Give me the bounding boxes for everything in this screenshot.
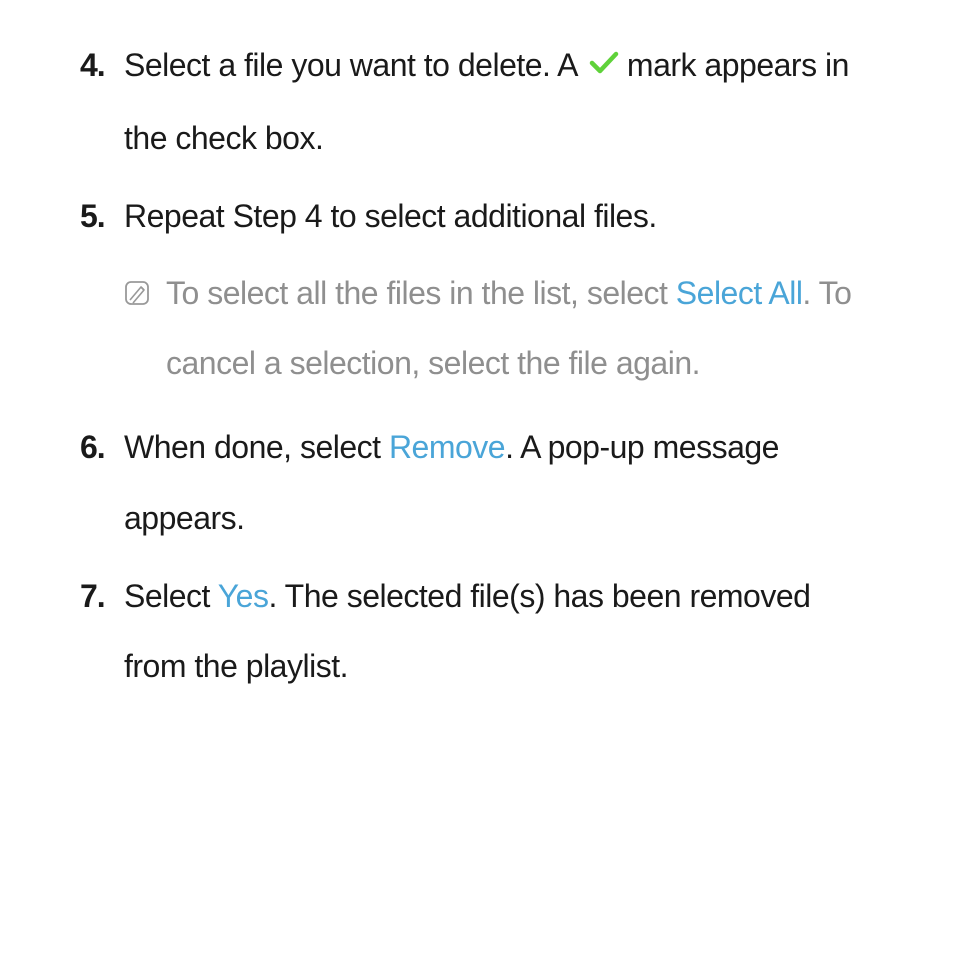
step-text-part: Select	[124, 578, 218, 614]
checkmark-icon	[589, 30, 619, 100]
step-text-part: Select a file you want to delete. A	[124, 47, 585, 83]
step-number: 5.	[80, 181, 124, 404]
step-5: 5. Repeat Step 4 to select additional fi…	[80, 181, 874, 404]
step-number: 7.	[80, 561, 124, 702]
step-text-part: When done, select	[124, 429, 389, 465]
select-all-label: Select All	[676, 275, 803, 311]
note-block: To select all the files in the list, sel…	[124, 258, 874, 399]
step-text: When done, select Remove. A pop-up messa…	[124, 412, 874, 553]
step-text: Repeat Step 4 to select additional files…	[124, 198, 657, 234]
note-text: To select all the files in the list, sel…	[166, 258, 874, 399]
note-text-part: To select all the files in the list, sel…	[166, 275, 676, 311]
step-number: 4.	[80, 30, 124, 173]
step-6: 6. When done, select Remove. A pop-up me…	[80, 412, 874, 553]
yes-label: Yes	[218, 578, 269, 614]
step-number: 6.	[80, 412, 124, 553]
step-body: Repeat Step 4 to select additional files…	[124, 181, 874, 404]
step-text: Select Yes. The selected file(s) has bee…	[124, 561, 874, 702]
remove-label: Remove	[389, 429, 505, 465]
step-7: 7. Select Yes. The selected file(s) has …	[80, 561, 874, 702]
step-4: 4. Select a file you want to delete. A m…	[80, 30, 874, 173]
note-icon	[124, 280, 156, 399]
instruction-list: 4. Select a file you want to delete. A m…	[80, 30, 874, 702]
step-text: Select a file you want to delete. A mark…	[124, 30, 874, 173]
